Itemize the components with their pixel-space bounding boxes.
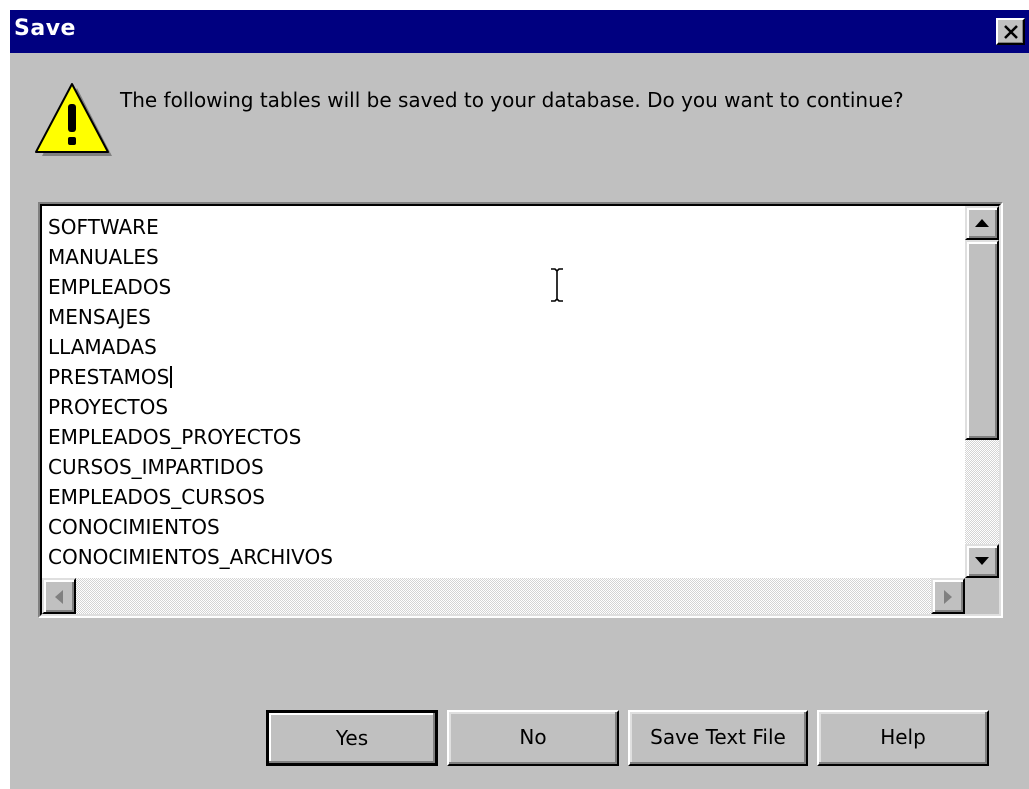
help-button[interactable]: Help <box>817 710 989 766</box>
close-x-icon <box>1004 25 1018 39</box>
arrow-right-icon <box>944 590 952 604</box>
list-item[interactable]: CONOCIMIENTOS <box>44 512 964 542</box>
vertical-scrollbar[interactable] <box>965 206 999 578</box>
scroll-up-button[interactable] <box>965 206 999 240</box>
text-caret <box>170 366 173 388</box>
save-text-file-button[interactable]: Save Text File <box>628 710 808 766</box>
scroll-thumb[interactable] <box>965 240 999 440</box>
list-item[interactable]: MENSAJES <box>44 302 964 332</box>
yes-button-label: Yes <box>335 726 369 750</box>
list-item-with-caret[interactable]: PRESTAMOS <box>44 362 964 392</box>
list-item[interactable]: MANUALES <box>44 242 964 272</box>
close-button[interactable] <box>996 18 1025 45</box>
yes-button[interactable]: Yes <box>266 710 438 766</box>
arrow-up-icon <box>975 219 989 227</box>
window-title: Save <box>14 16 76 41</box>
arrow-left-icon <box>55 590 63 604</box>
warning-triangle-icon <box>35 83 112 156</box>
ibeam-cursor-icon <box>551 268 563 302</box>
list-item[interactable]: EMPLEADOS_CURSOS <box>44 482 964 512</box>
tables-listbox[interactable]: SOFTWARE MANUALES EMPLEADOS MENSAJES LLA… <box>38 202 1003 618</box>
list-item[interactable]: PROYECTOS <box>44 392 964 422</box>
scroll-right-button[interactable] <box>931 578 965 614</box>
arrow-down-icon <box>975 557 989 565</box>
list-item[interactable]: CURSOS_IMPARTIDOS <box>44 452 964 482</box>
title-bar[interactable]: Save <box>10 10 1029 53</box>
help-button-label: Help <box>880 725 926 749</box>
scrollbar-corner <box>965 578 999 614</box>
save-dialog: Save The following tables will be saved … <box>10 10 1029 789</box>
list-item[interactable]: EMPLEADOS_PROYECTOS <box>44 422 964 452</box>
list-item-label: PRESTAMOS <box>48 365 170 389</box>
list-item[interactable]: EMPLEADOS <box>44 272 964 302</box>
scroll-left-button[interactable] <box>42 578 76 614</box>
dialog-message: The following tables will be saved to yo… <box>120 88 904 112</box>
horizontal-scrollbar[interactable] <box>42 578 965 614</box>
list-item[interactable]: CONOCIMIENTOS_ARCHIVOS <box>44 542 964 572</box>
scroll-down-button[interactable] <box>965 544 999 578</box>
tables-list: SOFTWARE MANUALES EMPLEADOS MENSAJES LLA… <box>44 212 964 580</box>
save-text-file-button-label: Save Text File <box>650 725 786 749</box>
no-button-label: No <box>519 725 547 749</box>
no-button[interactable]: No <box>447 710 619 766</box>
list-item[interactable]: SOFTWARE <box>44 212 964 242</box>
list-item[interactable]: LLAMADAS <box>44 332 964 362</box>
